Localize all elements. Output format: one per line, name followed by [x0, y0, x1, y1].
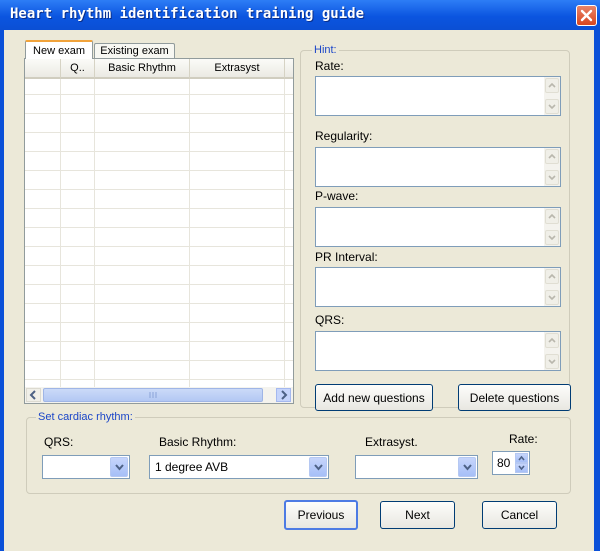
chevron-up-icon — [548, 213, 556, 219]
grid-header-indicator — [25, 59, 61, 79]
grid-header-extrasyst[interactable]: Extrasyst — [190, 59, 285, 79]
rate-label: Rate: — [315, 59, 344, 73]
extrasyst-label: Extrasyst. — [365, 435, 418, 449]
qrs-select[interactable] — [42, 455, 130, 479]
pr-interval-memo-scrollbar[interactable] — [544, 268, 560, 306]
chevron-down-icon — [548, 235, 556, 241]
scroll-down-button[interactable] — [545, 354, 559, 369]
p-wave-memo[interactable] — [315, 207, 561, 247]
title-bar[interactable]: Heart rhythm identification training gui… — [0, 0, 600, 30]
cardiac-rhythm-group-title: Set cardiac rhythm: — [36, 411, 135, 423]
regularity-label: Regularity: — [315, 129, 373, 143]
basic-rhythm-select[interactable]: 1 degree AVB — [149, 455, 329, 479]
spin-down-button[interactable] — [515, 463, 528, 473]
grid-horizontal-scrollbar[interactable] — [25, 387, 293, 403]
pr-interval-memo[interactable] — [315, 267, 561, 307]
qrs-select-label: QRS: — [44, 435, 74, 449]
grip-icon — [149, 392, 157, 398]
chevron-down-icon — [548, 295, 556, 301]
scroll-left-button[interactable] — [26, 388, 41, 402]
basic-rhythm-label: Basic Rhythm: — [159, 435, 237, 449]
arrow-right-icon — [281, 390, 288, 400]
grid-lines — [25, 79, 293, 387]
next-button[interactable]: Next — [380, 501, 455, 529]
regularity-memo[interactable] — [315, 147, 561, 187]
chevron-down-icon — [548, 359, 556, 365]
scroll-down-button[interactable] — [545, 230, 559, 245]
spin-up-button[interactable] — [515, 453, 528, 463]
scroll-down-button[interactable] — [545, 290, 559, 305]
chevron-down-icon — [115, 464, 124, 471]
questions-grid[interactable]: Q.. Basic Rhythm Extrasyst — [24, 58, 294, 404]
hint-group-title: Hint: — [312, 44, 339, 56]
delete-questions-button[interactable]: Delete questions — [458, 384, 571, 411]
scroll-up-button[interactable] — [545, 78, 559, 93]
scroll-down-button[interactable] — [545, 99, 559, 114]
qrs-dropdown-button[interactable] — [110, 457, 128, 477]
scroll-up-button[interactable] — [545, 269, 559, 284]
chevron-up-icon — [518, 455, 525, 461]
add-new-questions-button[interactable]: Add new questions — [315, 384, 433, 411]
chevron-down-icon — [548, 104, 556, 110]
grid-header-basic-rhythm[interactable]: Basic Rhythm — [95, 59, 190, 79]
dialog-window: Heart rhythm identification training gui… — [0, 0, 600, 551]
arrow-left-icon — [29, 390, 36, 400]
regularity-memo-scrollbar[interactable] — [544, 148, 560, 186]
rate-spinner-value: 80 — [497, 456, 511, 470]
chevron-up-icon — [548, 273, 556, 279]
pr-interval-label: PR Interval: — [315, 250, 378, 264]
qrs-memo[interactable] — [315, 331, 561, 371]
previous-button[interactable]: Previous — [284, 500, 358, 530]
scroll-right-button[interactable] — [276, 388, 291, 402]
qrs-memo-scrollbar[interactable] — [544, 332, 560, 370]
basic-rhythm-value: 1 degree AVB — [155, 460, 229, 474]
rate-spinner[interactable]: 80 — [492, 451, 530, 475]
p-wave-memo-scrollbar[interactable] — [544, 208, 560, 246]
close-icon — [580, 9, 593, 22]
scroll-thumb[interactable] — [43, 388, 263, 402]
extrasyst-dropdown-button[interactable] — [458, 457, 476, 477]
grid-header-question[interactable]: Q.. — [61, 59, 95, 79]
chevron-up-icon — [548, 153, 556, 159]
rate-memo-scrollbar[interactable] — [544, 77, 560, 115]
cancel-button[interactable]: Cancel — [482, 501, 557, 529]
chevron-down-icon — [548, 175, 556, 181]
rate-memo[interactable] — [315, 76, 561, 116]
scroll-up-button[interactable] — [545, 209, 559, 224]
chevron-down-icon — [463, 464, 472, 471]
rate-spin-label: Rate: — [509, 432, 538, 446]
qrs-hint-label: QRS: — [315, 313, 345, 327]
scroll-up-button[interactable] — [545, 333, 559, 348]
chevron-up-icon — [548, 82, 556, 88]
tab-new-exam[interactable]: New exam — [25, 40, 93, 59]
scroll-up-button[interactable] — [545, 149, 559, 164]
dialog-client-area: New exam Existing exam Q.. Basic Rhythm … — [4, 30, 594, 551]
close-button[interactable] — [576, 5, 597, 26]
grid-header-filler — [285, 59, 293, 79]
extrasyst-select[interactable] — [355, 455, 478, 479]
basic-rhythm-dropdown-button[interactable] — [309, 457, 327, 477]
chevron-down-icon — [314, 464, 323, 471]
scroll-down-button[interactable] — [545, 170, 559, 185]
chevron-up-icon — [548, 337, 556, 343]
p-wave-label: P-wave: — [315, 189, 359, 203]
tab-existing-exam[interactable]: Existing exam — [94, 43, 175, 59]
window-title: Heart rhythm identification training gui… — [10, 6, 365, 22]
chevron-down-icon — [518, 465, 525, 471]
